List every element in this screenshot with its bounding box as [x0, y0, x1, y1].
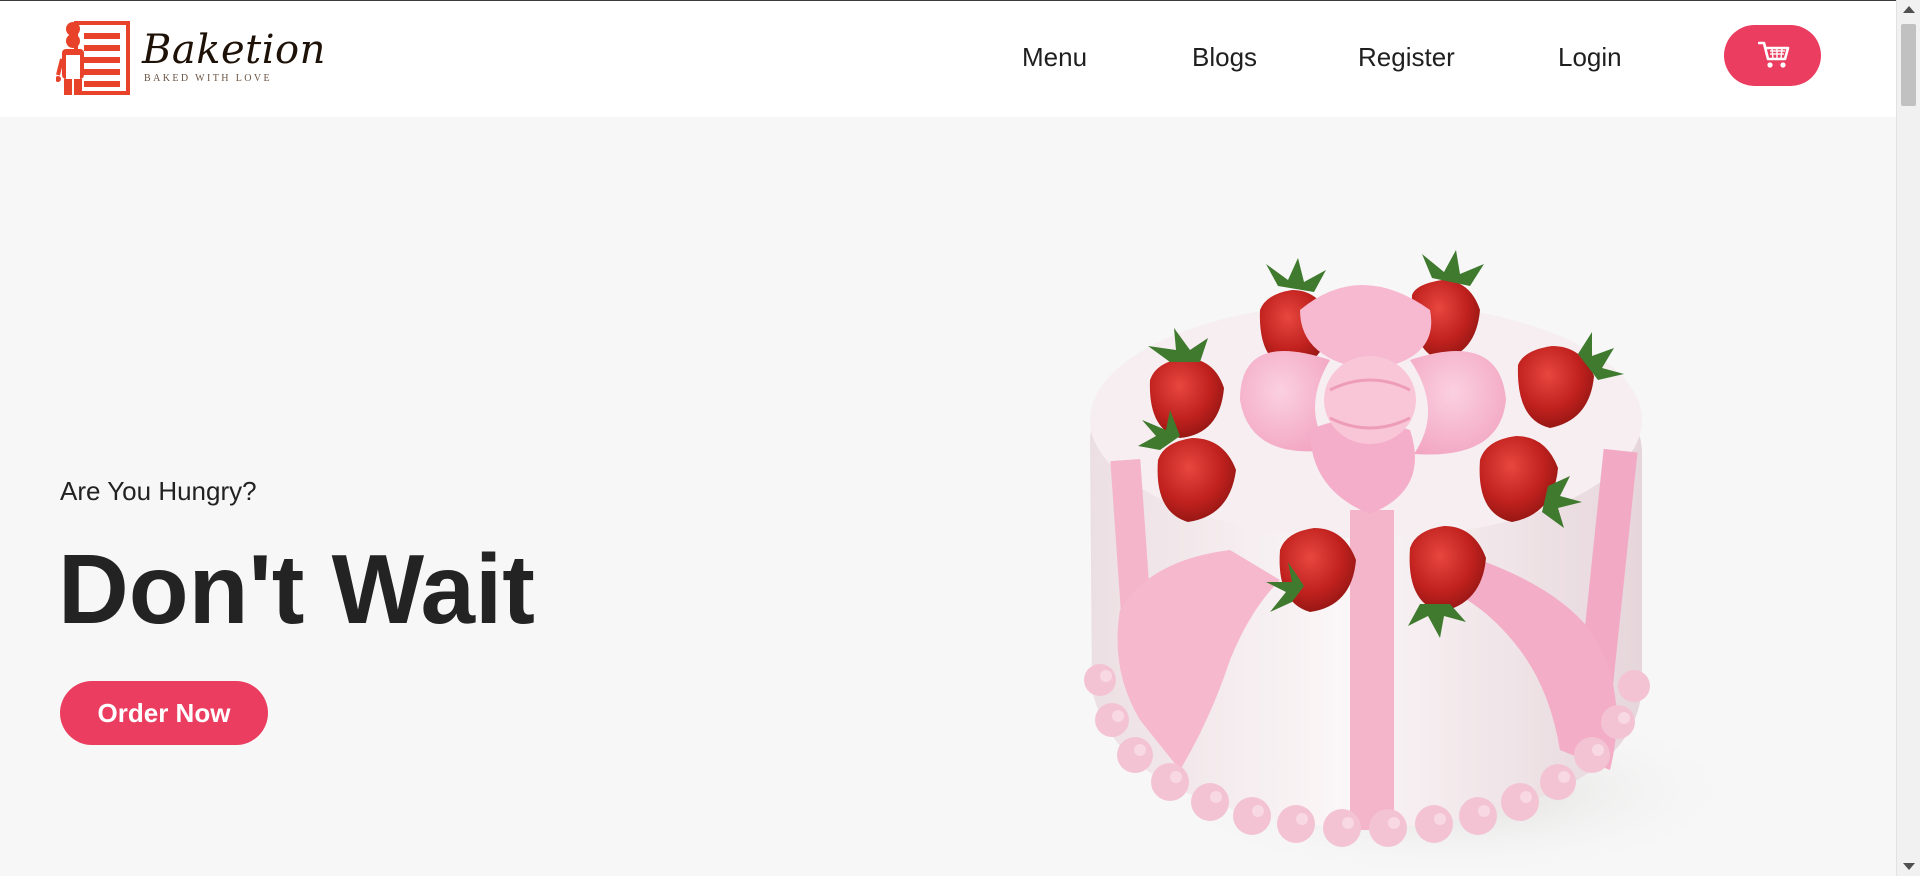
page: Baketion BAKED WITH LOVE Menu Blogs Regi… — [0, 0, 1920, 876]
shopping-cart-icon — [1758, 41, 1790, 68]
order-now-button[interactable]: Order Now — [60, 681, 268, 745]
nav-item-register[interactable]: Register — [1358, 37, 1455, 77]
hero-eyebrow: Are You Hungry? — [60, 476, 257, 506]
scroll-up-arrow-icon[interactable] — [1903, 6, 1915, 13]
strawberry-cake-image — [1084, 250, 1750, 876]
chef-with-oven-icon — [56, 21, 130, 95]
nav-item-menu[interactable]: Menu — [1022, 37, 1087, 77]
brand-logo[interactable]: Baketion BAKED WITH LOVE — [56, 19, 325, 95]
scroll-down-arrow-icon[interactable] — [1903, 863, 1915, 870]
cart-button[interactable] — [1724, 25, 1821, 86]
brand-tagline: BAKED WITH LOVE — [144, 73, 273, 84]
nav-item-login[interactable]: Login — [1558, 37, 1622, 77]
nav-item-blogs[interactable]: Blogs — [1192, 37, 1257, 77]
hero-title: Don't Wait — [58, 534, 535, 644]
brand-name: Baketion — [142, 27, 326, 73]
scrollbar-thumb[interactable] — [1901, 24, 1916, 106]
site-header: Baketion BAKED WITH LOVE Menu Blogs Regi… — [0, 1, 1896, 117]
vertical-scrollbar[interactable] — [1896, 0, 1920, 876]
